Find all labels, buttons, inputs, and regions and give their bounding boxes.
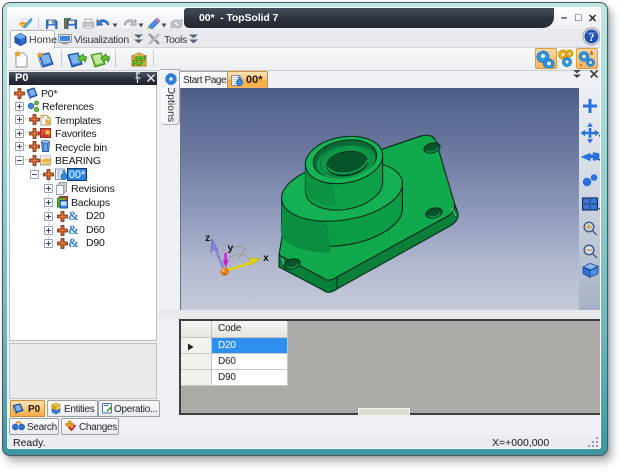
svg-text:z: z (205, 232, 210, 244)
svg-text:x: x (263, 252, 269, 264)
svg-text:y: y (228, 242, 234, 254)
svg-text:?: ? (589, 30, 595, 44)
